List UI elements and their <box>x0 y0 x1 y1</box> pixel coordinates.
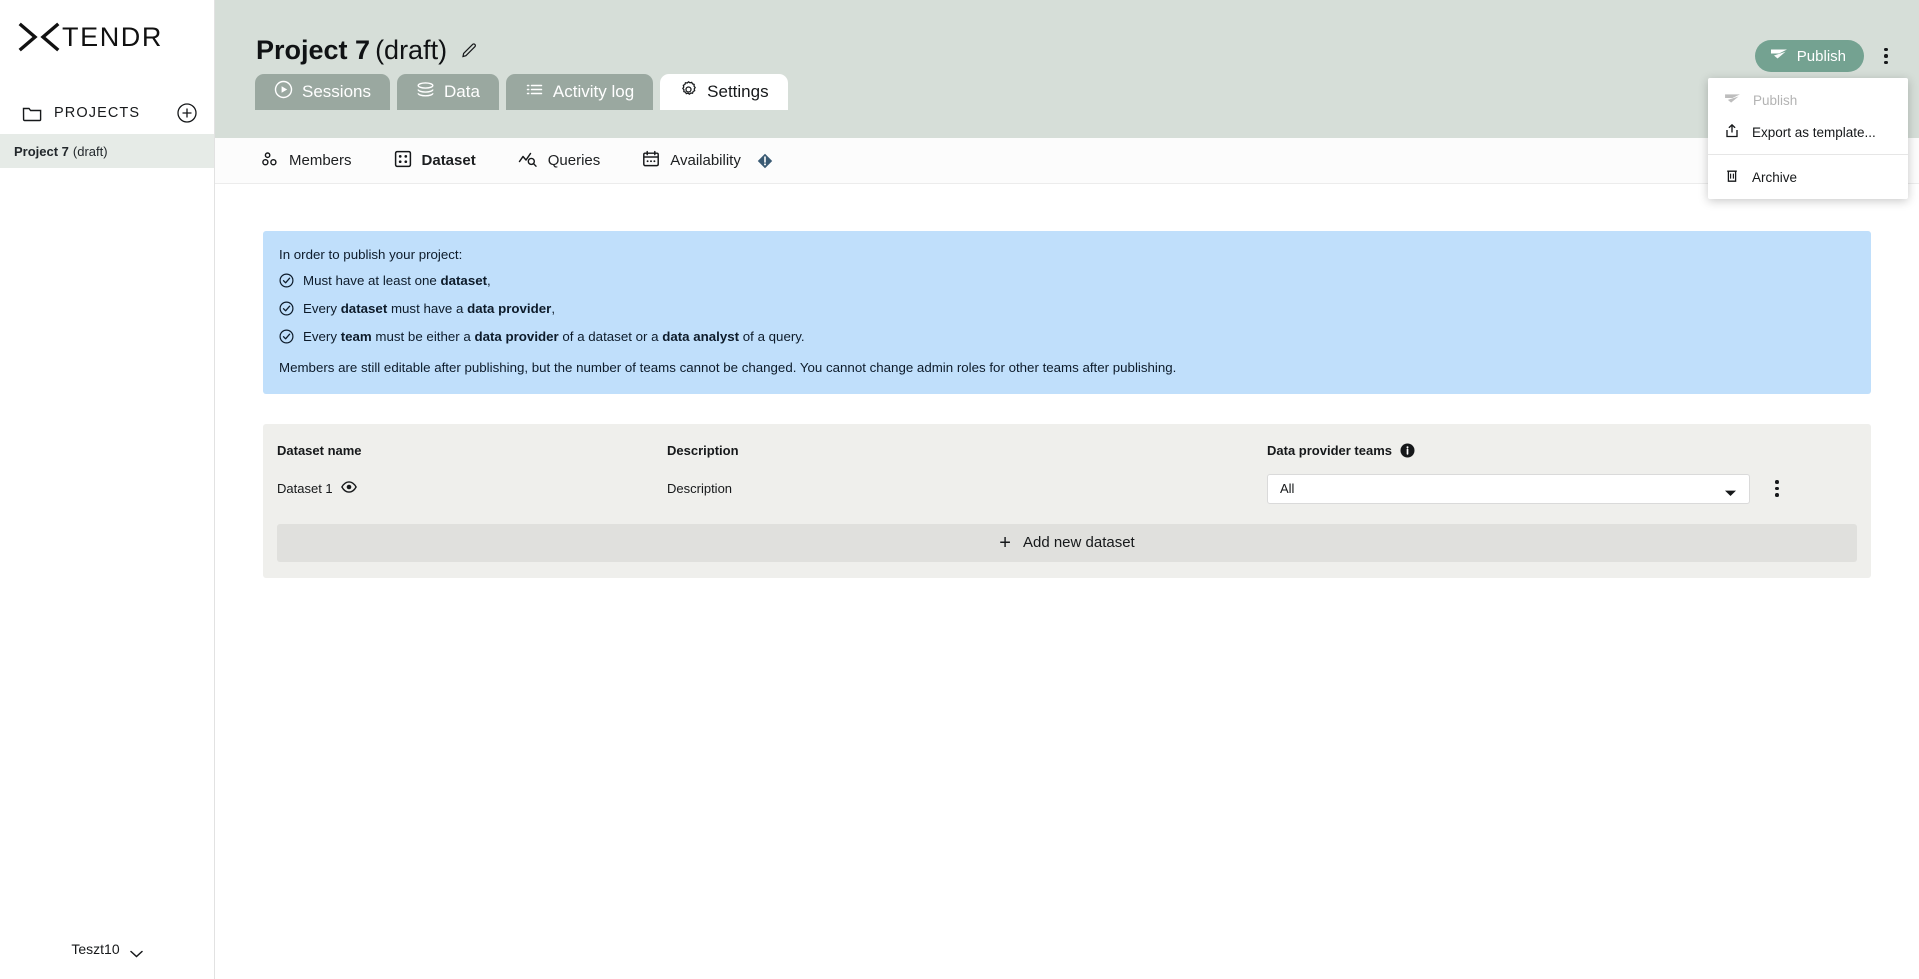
menu-item-label: Export as template... <box>1752 124 1876 140</box>
tab-label: Sessions <box>302 82 371 101</box>
banner-bullet-text: Every dataset must have a data provider, <box>303 301 556 317</box>
table-row: Dataset 1 Description All <box>277 473 1857 504</box>
check-circle-icon <box>279 301 294 316</box>
cell-description: Description <box>667 481 733 497</box>
tab-label: Settings <box>707 82 769 101</box>
chevron-down-icon <box>1724 485 1737 496</box>
subtab-dataset[interactable]: Dataset <box>394 150 476 172</box>
pencil-icon[interactable] <box>461 42 478 59</box>
cell-dataset-name: Dataset 1 <box>277 481 667 496</box>
publish-button-label: Publish <box>1796 47 1846 65</box>
dataset-table-header: Dataset name Description Data provider t… <box>277 440 1857 462</box>
warning-diamond-icon <box>757 153 773 169</box>
page-title-state: (draft) <box>375 34 448 65</box>
info-icon[interactable] <box>1400 443 1415 458</box>
sidebar-item-project-7[interactable]: Project 7 (draft) <box>0 134 214 168</box>
page-title-row: Project 7 (draft) <box>215 0 1919 68</box>
subtab-label: Dataset <box>421 152 476 169</box>
subtab-members[interactable]: Members <box>261 150 352 172</box>
secondary-tabs: Members Dataset Queries Availability <box>215 138 1919 184</box>
play-circle-icon <box>274 80 293 104</box>
dataset-card: Dataset name Description Data provider t… <box>263 423 1871 578</box>
trash-icon <box>1724 168 1740 187</box>
banner-bullet: Every team must be either a data provide… <box>279 329 1855 344</box>
topbar: Project 7 (draft) Sessions Data Activity… <box>215 0 1919 199</box>
subtab-label: Availability <box>670 152 741 169</box>
menu-item-label: Archive <box>1752 169 1798 185</box>
subtab-queries[interactable]: Queries <box>518 150 601 172</box>
project-state: (draft) <box>72 143 108 159</box>
select-value: All <box>1280 481 1295 497</box>
tab-label: Data <box>443 82 480 101</box>
menu-separator <box>1708 154 1908 155</box>
list-icon <box>525 80 544 104</box>
banner-bullet-text: Must have at least one dataset, <box>303 273 491 289</box>
gear-icon <box>679 80 698 104</box>
kebab-menu-icon[interactable] <box>1873 41 1899 71</box>
x-arrows-icon <box>18 22 60 52</box>
banner-footer: Members are still editable after publish… <box>279 360 1177 376</box>
project-actions-menu: Publish Export as template... Archive <box>1708 78 1908 199</box>
main-area: Project 7 (draft) Sessions Data Activity… <box>215 0 1919 979</box>
column-header-dataset-name: Dataset name <box>277 443 362 459</box>
banner-lead: In order to publish your project: <box>279 247 463 262</box>
projects-header-row: PROJECTS <box>0 92 214 134</box>
plus-circle-icon[interactable] <box>176 102 198 124</box>
cell-data-provider-teams: All <box>1267 473 1857 504</box>
tab-sessions[interactable]: Sessions <box>255 74 390 110</box>
user-menu[interactable]: Teszt10 <box>0 919 214 979</box>
upload-box-icon <box>1724 123 1740 142</box>
content-area: In order to publish your project: Must h… <box>215 184 1919 979</box>
projects-label: PROJECTS <box>54 105 141 121</box>
subtab-label: Queries <box>547 152 601 169</box>
add-new-dataset-button[interactable]: + Add new dataset <box>277 523 1857 562</box>
send-icon <box>1724 92 1741 108</box>
tab-settings[interactable]: Settings <box>660 74 788 110</box>
folder-icon <box>22 103 42 123</box>
publish-requirements-banner: In order to publish your project: Must h… <box>263 231 1871 394</box>
column-header-label: Data provider teams <box>1267 443 1392 459</box>
add-new-dataset-label: Add new dataset <box>1022 534 1135 552</box>
menu-item-label: Publish <box>1753 92 1798 108</box>
check-circle-icon <box>279 329 294 344</box>
user-name: Teszt10 <box>71 941 120 957</box>
menu-item-publish[interactable]: Publish <box>1708 84 1908 116</box>
project-name: Project 7 <box>14 143 69 159</box>
grid-icon <box>394 150 412 172</box>
column-header-data-provider-teams: Data provider teams <box>1267 443 1857 458</box>
plus-icon: + <box>999 531 1011 554</box>
primary-tabs: Sessions Data Activity log Settings <box>215 68 1919 110</box>
check-circle-icon <box>279 273 294 288</box>
menu-item-export-as-template[interactable]: Export as template... <box>1708 116 1908 148</box>
eye-icon[interactable] <box>340 481 357 496</box>
brand-name: TENDR <box>62 22 163 52</box>
page-title: Project 7 (draft) <box>256 34 448 65</box>
chart-search-icon <box>518 150 538 172</box>
subtab-availability[interactable]: Availability <box>642 150 773 172</box>
database-icon <box>416 80 435 104</box>
page-title-name: Project 7 <box>256 34 371 65</box>
tab-activity-log[interactable]: Activity log <box>505 74 654 110</box>
dataset-name-text: Dataset 1 <box>277 481 333 497</box>
tab-data[interactable]: Data <box>396 74 499 110</box>
publish-button[interactable]: Publish <box>1754 40 1864 72</box>
sidebar: TENDR PROJECTS Project 7 (draft) Teszt10 <box>0 0 215 979</box>
subtab-label: Members <box>289 152 352 169</box>
banner-bullet: Must have at least one dataset, <box>279 273 1855 288</box>
send-icon <box>1770 47 1788 65</box>
menu-item-archive[interactable]: Archive <box>1708 161 1908 193</box>
data-provider-teams-select[interactable]: All <box>1267 473 1750 504</box>
app-root: TENDR PROJECTS Project 7 (draft) Teszt10… <box>0 0 1919 979</box>
chevron-down-icon <box>129 945 143 958</box>
brand-logo[interactable]: TENDR <box>0 0 214 70</box>
calendar-icon <box>642 150 660 172</box>
people-icon <box>261 150 279 172</box>
column-header-description: Description <box>667 443 739 459</box>
banner-bullet-text: Every team must be either a data provide… <box>303 329 805 345</box>
tab-label: Activity log <box>552 82 635 101</box>
row-kebab-menu-icon[interactable] <box>1764 474 1790 504</box>
publish-actions: Publish <box>1754 40 1899 72</box>
banner-bullet: Every dataset must have a data provider, <box>279 301 1855 316</box>
